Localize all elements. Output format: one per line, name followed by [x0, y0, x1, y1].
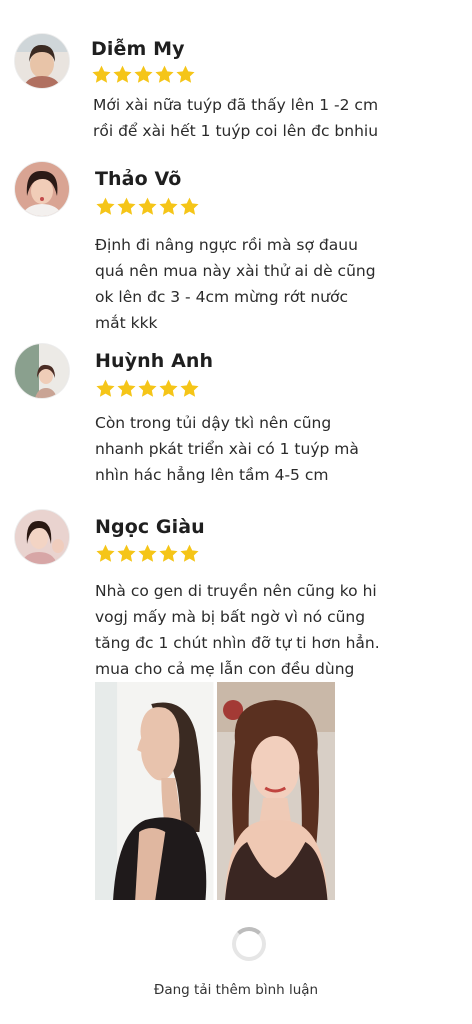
star-icon: [96, 544, 115, 562]
star-icon: [138, 379, 157, 397]
avatar[interactable]: [15, 510, 69, 564]
review-photo[interactable]: [216, 682, 335, 900]
reviewer-name: Thảo Võ: [95, 168, 182, 190]
reviewer-name: Huỳnh Anh: [95, 350, 214, 372]
star-rating: [95, 543, 200, 564]
star-icon: [138, 197, 157, 215]
star-icon: [180, 544, 199, 562]
star-icon: [159, 379, 178, 397]
star-icon: [113, 65, 132, 83]
star-icon: [180, 379, 199, 397]
star-icon: [180, 197, 199, 215]
star-icon: [117, 379, 136, 397]
star-icon: [134, 65, 153, 83]
avatar[interactable]: [15, 344, 69, 398]
star-icon: [159, 544, 178, 562]
star-icon: [138, 544, 157, 562]
star-icon: [92, 65, 111, 83]
loading-more-text: Đang tải thêm bình luận: [153, 982, 319, 998]
star-icon: [96, 197, 115, 215]
avatar[interactable]: [15, 162, 69, 216]
star-icon: [96, 379, 115, 397]
star-rating: [91, 64, 196, 85]
review-text: Còn trong tủi dậy tkì nên cũng nhanh pká…: [95, 414, 359, 484]
star-icon: [155, 65, 174, 83]
review-text: Định đi nâng ngực rồi mà sợ đauu quá nên…: [95, 236, 376, 332]
star-icon: [117, 544, 136, 562]
star-rating: [95, 378, 200, 399]
loading-spinner-icon: [232, 927, 266, 961]
star-icon: [117, 197, 136, 215]
star-icon: [159, 197, 178, 215]
review-text: Mới xài nữa tuýp đã thấy lên 1 -2 cm rồi…: [93, 96, 379, 140]
review-text: Nhà co gen di truyền nên cũng ko hi vogj…: [95, 582, 380, 678]
reviewer-name: Ngọc Giàu: [95, 516, 205, 538]
review-photos: [95, 682, 335, 900]
star-rating: [95, 196, 200, 217]
reviewer-name: Diễm My: [91, 38, 185, 60]
avatar[interactable]: [15, 34, 69, 88]
review-photo[interactable]: [95, 682, 214, 900]
star-icon: [176, 65, 195, 83]
